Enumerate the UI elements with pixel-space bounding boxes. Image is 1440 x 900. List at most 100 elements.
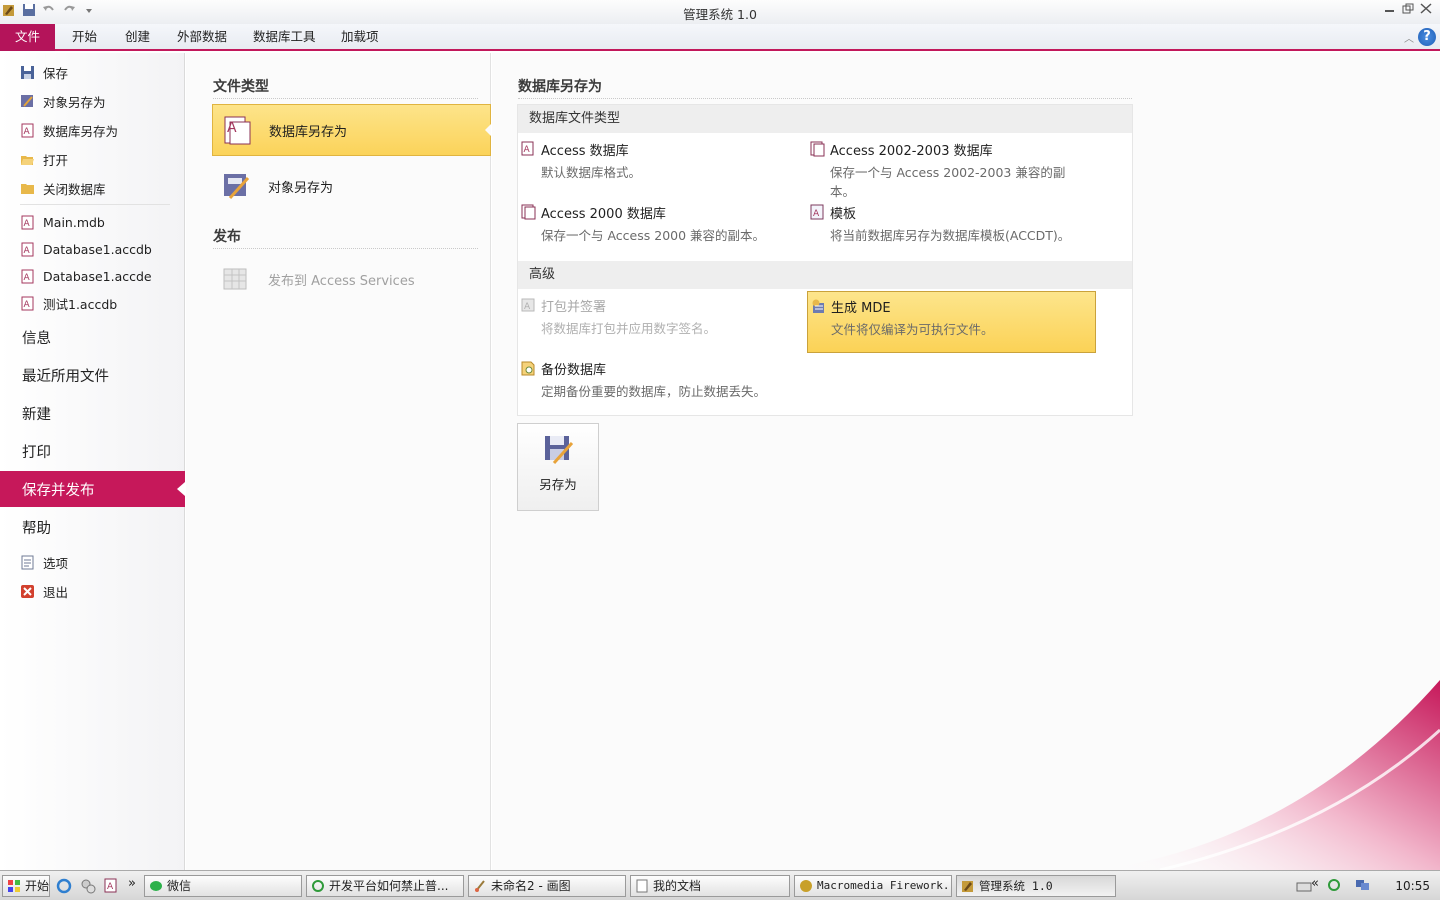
tab-file[interactable]: 文件 (0, 24, 55, 51)
access-file-icon: A (21, 215, 34, 229)
option-package-and-sign[interactable]: A 打包并签署 将数据库打包并应用数字签名。 (518, 291, 808, 353)
close-icon[interactable] (1420, 3, 1432, 14)
nav-object-save-as[interactable]: 对象另存为 (0, 87, 185, 115)
wechat-icon (150, 881, 162, 891)
backstage-nav: 保存 对象另存为 A 数据库另存为 打开 关闭数据库 A Main.mdb A … (0, 53, 185, 870)
nav-options[interactable]: 选项 (0, 548, 185, 576)
option-title: Access 2002-2003 数据库 (830, 144, 993, 159)
nav-options-label: 选项 (43, 555, 69, 571)
taskbar-item[interactable]: 未命名2 - 画图 (468, 875, 626, 897)
nav-database-save-as[interactable]: A 数据库另存为 (0, 116, 185, 144)
quicklaunch-chevron[interactable]: » (128, 876, 136, 891)
database-save-as-icon: A (224, 116, 251, 145)
recent-file[interactable]: A Database1.accde (0, 262, 185, 290)
make-mde-icon (812, 299, 824, 313)
nav-save-and-publish[interactable]: 保存并发布 (0, 471, 185, 507)
file-type-object-save-as-label: 对象另存为 (268, 180, 334, 196)
nav-database-save-as-label: 数据库另存为 (43, 123, 119, 139)
divider (213, 98, 478, 99)
tray-chevron[interactable]: « (1311, 876, 1319, 891)
access-file-icon: A (21, 296, 34, 310)
option-access-2002-2003[interactable]: Access 2002-2003 数据库 保存一个与 Access 2002-2… (807, 135, 1079, 199)
system-tray: « 10:55 (1295, 873, 1440, 899)
file-type-object-save-as[interactable]: 对象另存为 (212, 160, 491, 212)
recent-file[interactable]: A Database1.accdb (0, 235, 185, 263)
save-as-icon (545, 436, 574, 465)
taskbar-item[interactable]: Macromedia Firework... (794, 875, 952, 897)
option-backup-database[interactable]: 备份数据库 定期备份重要的数据库，防止数据丢失。 (518, 354, 818, 416)
taskbar-item-label: 我的文档 (653, 879, 702, 893)
package-sign-icon: A (521, 298, 535, 312)
svg-text:A: A (24, 300, 31, 310)
exit-icon (21, 584, 34, 598)
nav-close-database[interactable]: 关闭数据库 (0, 174, 185, 202)
svg-text:A: A (524, 302, 531, 312)
ie-icon (312, 880, 324, 892)
ie-icon[interactable] (56, 878, 72, 894)
nav-exit[interactable]: 退出 (0, 577, 185, 605)
file-type-database-save-as[interactable]: A 数据库另存为 (212, 104, 491, 156)
recent-file[interactable]: A 测试1.accdb (0, 289, 185, 317)
access-quicklaunch-icon[interactable]: A (103, 878, 119, 894)
access-app-icon (962, 881, 973, 892)
taskbar-item[interactable]: 微信 (144, 875, 302, 897)
save-icon (21, 65, 34, 79)
nav-help[interactable]: 帮助 (0, 509, 185, 545)
taskbar-item-label: 管理系统 1.0 (979, 879, 1053, 893)
nav-divider (20, 204, 170, 205)
nav-open[interactable]: 打开 (0, 145, 185, 173)
save-as-label: 另存为 (539, 477, 577, 492)
tab-external-data[interactable]: 外部数据 (167, 24, 237, 51)
taskbar: 开始 A » 微信 开发平台如何禁止普... 未命名2 - 画图 我的文档 Ma… (0, 870, 1440, 900)
nav-recent[interactable]: 最近所用文件 (0, 357, 185, 393)
taskbar-item-active[interactable]: 管理系统 1.0 (956, 875, 1116, 897)
nav-new[interactable]: 新建 (0, 395, 185, 431)
taskbar-item[interactable]: 开发平台如何禁止普... (306, 875, 464, 897)
help-icon[interactable]: ? (1418, 28, 1436, 46)
nav-print[interactable]: 打印 (0, 433, 185, 469)
object-save-as-icon (21, 94, 33, 107)
tab-database-tools[interactable]: 数据库工具 (243, 24, 326, 51)
option-make-mde[interactable]: 生成 MDE 文件将仅编译为可执行文件。 (807, 291, 1096, 353)
publish-to-access-services[interactable]: 发布到 Access Services (212, 253, 491, 305)
divider (518, 98, 1132, 99)
nav-close-database-label: 关闭数据库 (43, 181, 106, 197)
taskbar-item-label: 微信 (167, 879, 192, 893)
option-access-2000[interactable]: Access 2000 数据库 保存一个与 Access 2000 兼容的副本。 (518, 198, 808, 260)
nav-object-save-as-label: 对象另存为 (43, 94, 106, 110)
ribbon-tabs: 文件 开始 创建 外部数据 数据库工具 加载项 ︿ ? (0, 24, 1440, 51)
backup-database-icon (521, 361, 535, 376)
option-description: 将数据库打包并应用数字签名。 (541, 321, 717, 336)
minimize-icon[interactable] (1384, 3, 1396, 14)
svg-text:A: A (24, 246, 31, 256)
tab-home[interactable]: 开始 (62, 24, 107, 51)
option-title: 模板 (830, 207, 857, 222)
paint-icon (475, 880, 485, 892)
publish-label: 发布到 Access Services (268, 273, 415, 289)
close-folder-icon (21, 183, 34, 194)
recent-file[interactable]: A Main.mdb (0, 208, 185, 236)
network-tray-icon[interactable] (1355, 878, 1371, 892)
ie-tray-icon[interactable] (1327, 878, 1341, 892)
nav-info[interactable]: 信息 (0, 319, 185, 355)
restore-icon[interactable] (1402, 3, 1414, 14)
network-icon[interactable] (80, 878, 96, 894)
minimize-ribbon-icon[interactable]: ︿ (1404, 30, 1414, 45)
option-title: 打包并签署 (541, 300, 607, 315)
nav-exit-label: 退出 (43, 584, 69, 600)
taskbar-item-label: Macromedia Firework... (817, 879, 952, 892)
access-file-icon (521, 204, 536, 220)
nav-save[interactable]: 保存 (0, 58, 185, 86)
start-button[interactable]: 开始 (2, 875, 50, 897)
option-description: 将当前数据库另存为数据库模板(ACCDT)。 (830, 228, 1071, 243)
option-template[interactable]: A 模板 将当前数据库另存为数据库模板(ACCDT)。 (807, 198, 1107, 260)
save-as-button[interactable]: 另存为 (517, 423, 599, 511)
option-access-database[interactable]: A Access 数据库 默认数据库格式。 (518, 135, 808, 197)
option-description: 保存一个与 Access 2000 兼容的副本。 (541, 228, 766, 243)
tab-create[interactable]: 创建 (115, 24, 160, 51)
tab-add-ins[interactable]: 加载项 (331, 24, 389, 51)
nav-save-label: 保存 (43, 65, 69, 81)
options-icon (21, 555, 34, 569)
taskbar-item[interactable]: 我的文档 (630, 875, 790, 897)
save-as-heading: 数据库另存为 (518, 79, 602, 95)
